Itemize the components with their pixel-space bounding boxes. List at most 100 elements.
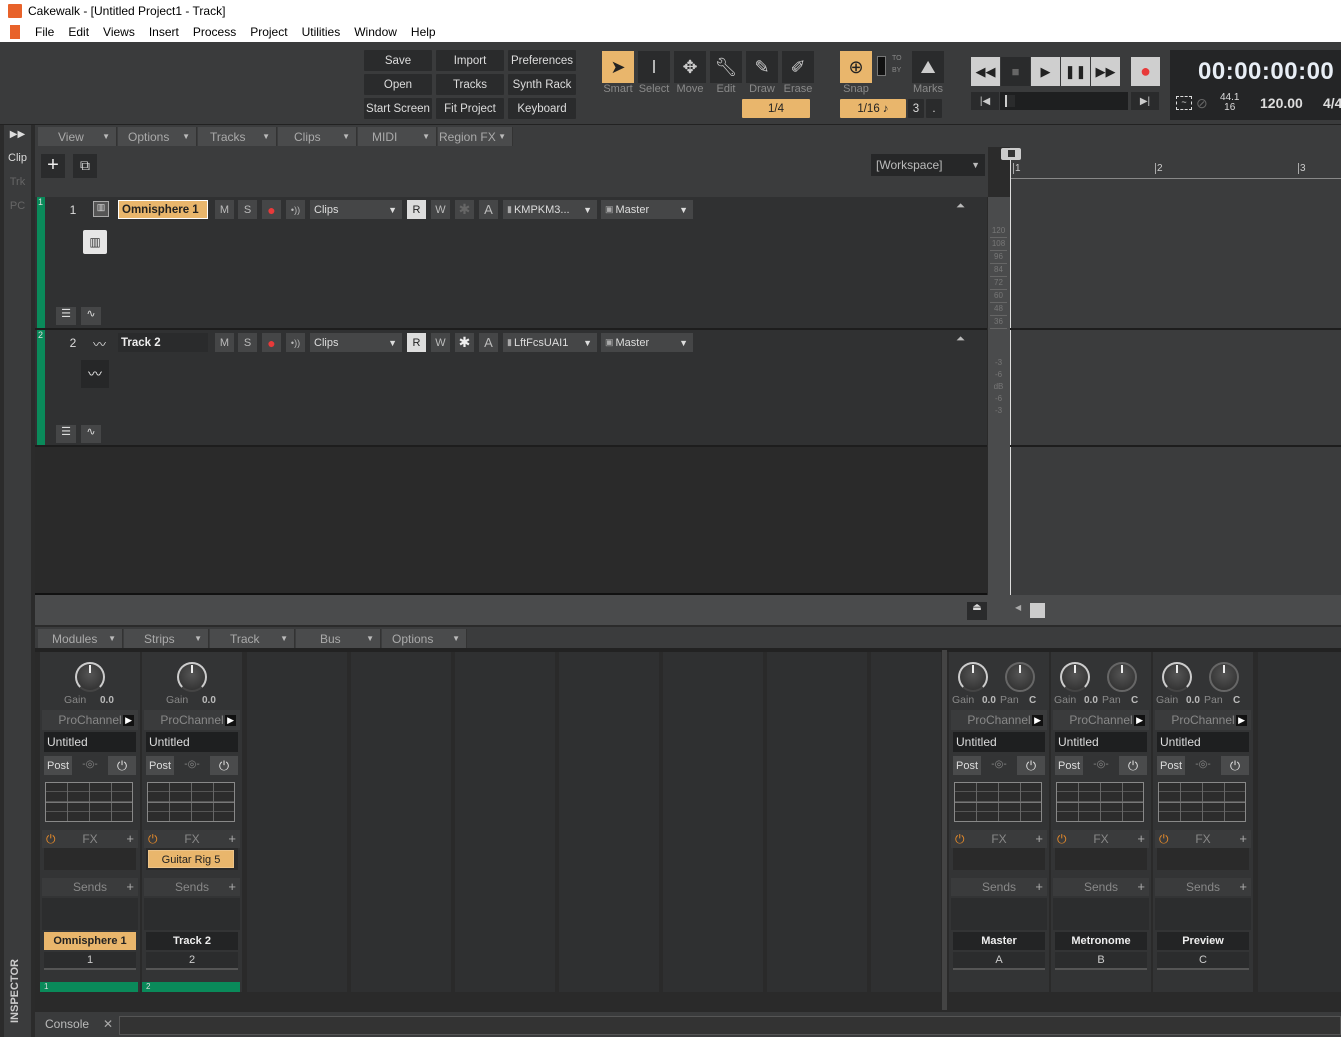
prochannel-header[interactable]: ProChannel ▶ (1053, 710, 1149, 730)
fx-power-icon[interactable]: ⏻ (148, 830, 158, 848)
expand-prochannel-icon[interactable]: ▶ (1134, 714, 1145, 726)
menu-options[interactable]: Options ▼ (118, 127, 197, 146)
menu-process[interactable]: Process (186, 25, 243, 39)
rewind-button[interactable]: ◀◀ (971, 57, 1000, 86)
piano-keyboard-icon[interactable]: ▥ (83, 230, 107, 254)
fx-rack[interactable]: Guitar Rig 5 (146, 848, 238, 870)
add-fx-icon[interactable]: + (1035, 830, 1043, 848)
menu-file[interactable]: File (28, 25, 61, 39)
midi-panic-icon[interactable]: ⊘ (1196, 95, 1208, 112)
add-send-icon[interactable]: + (126, 878, 134, 896)
expand-prochannel-icon[interactable]: ▶ (1236, 714, 1247, 726)
smart-tool-button[interactable]: ➤ (602, 51, 634, 83)
go-to-end-button[interactable]: ▶| (1131, 92, 1159, 110)
open-button[interactable]: Open (364, 74, 432, 95)
mute-button[interactable]: M (215, 333, 234, 352)
post-fader-button[interactable]: Post (953, 756, 981, 775)
audio-waveform-icon[interactable]: 〰 (81, 360, 109, 388)
pan-knob[interactable] (1005, 662, 1035, 692)
fx-power-icon[interactable]: ⏻ (1159, 830, 1169, 848)
audio-waveform-icon[interactable]: 〰 (93, 334, 106, 353)
stop-button[interactable]: ■ (1001, 57, 1030, 86)
prochannel-power-button[interactable]: ⏻ (1017, 756, 1045, 775)
fx-power-icon[interactable]: ⏻ (46, 830, 56, 848)
vertical-scale[interactable]: 120 108 96 84 72 60 48 36 -3 -6 dB -6 -3 (988, 197, 1010, 595)
fit-project-button[interactable]: Fit Project (436, 98, 504, 119)
start-screen-button[interactable]: Start Screen (364, 98, 432, 119)
add-track-folder-button[interactable]: ⧉ (73, 154, 97, 178)
output-dropdown[interactable]: ▣ Master ▼ (601, 333, 693, 352)
menu-insert[interactable]: Insert (142, 25, 186, 39)
prochannel-preset-field[interactable]: Untitled (1157, 732, 1249, 752)
now-marker-handle[interactable] (1001, 148, 1021, 160)
add-track-button[interactable]: + (41, 154, 65, 178)
bus-pane-splitter[interactable] (942, 650, 947, 1010)
scroll-left-icon[interactable]: ◀ (1015, 603, 1021, 612)
gain-knob[interactable] (958, 662, 988, 692)
menu-region-fx[interactable]: Region FX ▼ (438, 127, 513, 146)
prochannel-header[interactable]: ProChannel ▶ (144, 710, 240, 730)
horizontal-scrollbar-thumb[interactable] (1030, 603, 1045, 618)
input-dropdown[interactable]: ▮ KMPKM3... ▼ (503, 200, 597, 219)
strip-name[interactable]: Master (953, 932, 1045, 950)
add-fx-icon[interactable]: + (126, 830, 134, 848)
input-echo-button[interactable]: •)) (286, 200, 305, 219)
eq-graph[interactable] (1158, 782, 1246, 822)
marks-button[interactable]: ⛰ (912, 51, 944, 83)
prochannel-preset-field[interactable]: Untitled (1055, 732, 1147, 752)
erase-tool-button[interactable]: ✐ (782, 51, 814, 83)
gain-knob[interactable] (1162, 662, 1192, 692)
audio-engine-icon[interactable]: ~ (1176, 96, 1192, 110)
strip-name[interactable]: Omnisphere 1 (44, 932, 136, 950)
add-fx-icon[interactable]: + (1137, 830, 1145, 848)
draw-tool-button[interactable]: ✎ (746, 51, 778, 83)
strip-name[interactable]: Track 2 (146, 932, 238, 950)
eq-graph[interactable] (1056, 782, 1144, 822)
snap-to-by-toggle[interactable] (877, 56, 886, 76)
read-automation-button[interactable]: R (407, 200, 426, 219)
eq-graph[interactable] (954, 782, 1042, 822)
automation-lanes-button[interactable]: ∿ (81, 425, 101, 443)
prochannel-header[interactable]: ProChannel ▶ (1155, 710, 1251, 730)
write-automation-button[interactable]: W (431, 200, 450, 219)
expand-prochannel-icon[interactable]: ▶ (225, 714, 236, 726)
go-to-start-button[interactable]: |◀ (971, 92, 999, 110)
empty-track-area[interactable] (35, 447, 987, 595)
eq-graph[interactable] (45, 782, 133, 822)
post-fader-button[interactable]: Post (44, 756, 72, 775)
dotted-button[interactable]: . (926, 99, 942, 118)
preferences-button[interactable]: Preferences (508, 50, 576, 71)
archive-button[interactable]: A (479, 200, 498, 219)
fx-rack[interactable] (1055, 848, 1147, 870)
menu-strips[interactable]: Strips ▼ (124, 629, 209, 648)
menu-views[interactable]: Views (96, 25, 142, 39)
tracks-button[interactable]: Tracks (436, 74, 504, 95)
dock-toggle-button[interactable]: ⏏ (967, 602, 987, 620)
console-tab[interactable]: Console ✕ (35, 1012, 119, 1037)
expand-inspector-icon[interactable]: ▶▶ (4, 129, 31, 140)
collapse-track-icon[interactable]: ⏶ (956, 200, 965, 213)
meter-display[interactable]: 4/4 (1323, 95, 1341, 111)
menu-tracks[interactable]: Tracks ▼ (198, 127, 277, 146)
menu-console-options[interactable]: Options ▼ (382, 629, 467, 648)
slider-thumb[interactable] (1005, 95, 1015, 107)
synth-rack-button[interactable]: Synth Rack (508, 74, 576, 95)
fx-plugin[interactable]: Guitar Rig 5 (148, 850, 234, 868)
save-button[interactable]: Save (364, 50, 432, 71)
sample-rate-display[interactable]: 44.1 16 (1220, 93, 1239, 113)
add-fx-icon[interactable]: + (1239, 830, 1247, 848)
instrument-track-icon[interactable]: ▥ (93, 201, 109, 217)
post-fader-button[interactable]: Post (1055, 756, 1083, 775)
pre-post-slider-icon[interactable]: -◎- (1189, 760, 1217, 770)
edit-filter-dropdown[interactable]: Clips ▼ (310, 333, 402, 352)
tempo-display[interactable]: 120.00 (1260, 95, 1303, 111)
play-button[interactable]: ▶ (1031, 57, 1060, 86)
menu-clips[interactable]: Clips ▼ (278, 127, 357, 146)
prochannel-preset-field[interactable]: Untitled (953, 732, 1045, 752)
fx-rack[interactable] (953, 848, 1045, 870)
menu-midi[interactable]: MIDI ▼ (358, 127, 437, 146)
input-dropdown[interactable]: ▮ LftFcsUAI1 ▼ (503, 333, 597, 352)
freeze-button[interactable]: ✱ (455, 200, 474, 219)
menu-window[interactable]: Window (347, 25, 404, 39)
menu-modules[interactable]: Modules ▼ (38, 629, 123, 648)
